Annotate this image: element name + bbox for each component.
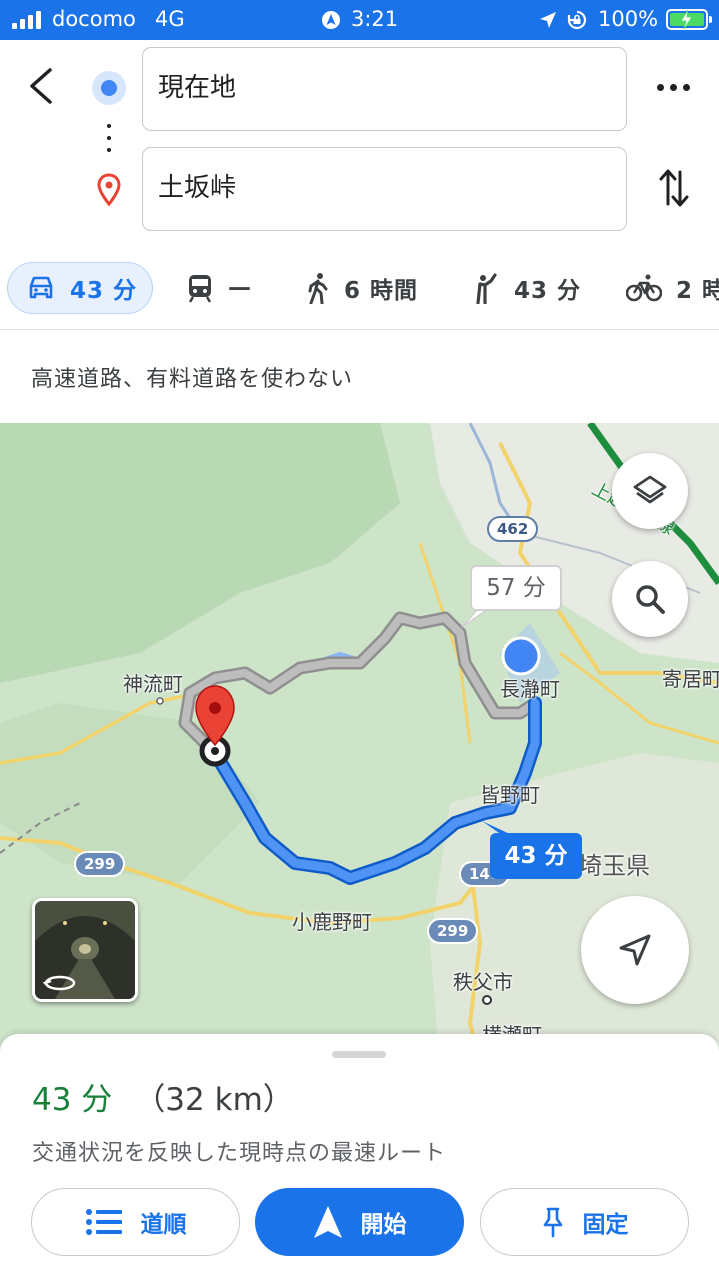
car-icon — [29, 276, 53, 299]
layers-icon — [633, 475, 667, 504]
mode-driving[interactable]: 43 分 — [7, 262, 153, 314]
network-type: 4G — [155, 7, 185, 31]
navigation-status-icon — [322, 11, 340, 29]
swap-icon[interactable] — [657, 166, 691, 210]
start-button-label: 開始 — [360, 1212, 407, 1238]
mode-driving-label: 43 分 — [70, 278, 138, 304]
back-arrow-icon[interactable] — [22, 64, 62, 108]
route-distance: （32 km） — [134, 1082, 294, 1118]
route-summary: 43 分 （32 km） — [32, 1074, 294, 1119]
sheet-drag-handle[interactable] — [332, 1051, 386, 1058]
bicycle-icon — [626, 274, 662, 302]
mode-walking[interactable]: 6 時間 — [306, 262, 418, 314]
steps-button[interactable]: 道順 — [31, 1188, 240, 1256]
mode-ride[interactable]: 43 分 — [470, 262, 581, 314]
map-label-minano: 皆野町 — [480, 783, 540, 807]
pin-button[interactable]: 固定 — [480, 1188, 689, 1256]
recenter-button[interactable] — [581, 896, 689, 1004]
battery-icon — [666, 9, 712, 30]
alt-route-time-callout[interactable]: 57 分 — [470, 565, 562, 611]
mode-walking-label: 6 時間 — [344, 278, 419, 304]
search-icon — [636, 585, 665, 614]
route-description: 交通状況を反映した現時点の最速ルート — [32, 1141, 447, 1166]
signal-icon — [12, 11, 42, 29]
transit-icon — [188, 275, 212, 303]
mode-bicycle-label: 2 時 — [676, 278, 719, 304]
mode-bicycle[interactable]: 2 時 — [626, 262, 719, 314]
connector-dots-icon — [107, 124, 111, 154]
mode-ride-label: 43 分 — [514, 278, 582, 304]
street-view-thumbnail[interactable] — [32, 898, 138, 1002]
battery-percent: 100% — [598, 7, 659, 31]
navigation-icon — [313, 1206, 342, 1238]
main-route-time-callout[interactable]: 43 分 — [490, 833, 582, 879]
map-label-kanna: 神流町 — [123, 672, 183, 696]
location-arrow-icon — [540, 12, 556, 28]
rotation-lock-icon — [567, 10, 587, 30]
destination-pin-icon — [97, 173, 121, 207]
route-options[interactable]: 高速道路、有料道路を使わない — [0, 331, 719, 423]
road-shield-299-east: 299 — [427, 918, 479, 944]
directions-header: 現在地 土坂峠 — [0, 40, 719, 250]
start-button[interactable]: 開始 — [255, 1188, 464, 1256]
carrier: docomo — [52, 7, 136, 31]
route-duration: 43 分 — [32, 1082, 113, 1118]
map-label-saitama: 埼玉県 — [578, 852, 650, 880]
list-icon — [85, 1209, 122, 1235]
clock: 3:21 — [351, 7, 399, 31]
route-summary-sheet: 43 分 （32 km） 交通状況を反映した現時点の最速ルート 道順 開始 固定 — [0, 1034, 719, 1280]
origin-dot-icon — [92, 71, 126, 105]
pin-icon — [543, 1207, 562, 1238]
map-search-button[interactable] — [612, 561, 688, 637]
rotate-360-icon — [43, 975, 76, 991]
route-options-label: 高速道路、有料道路を使わない — [31, 367, 354, 392]
road-shield-462: 462 — [487, 516, 539, 542]
navigation-arrow-icon — [619, 934, 651, 966]
map-label-yorii: 寄居町 — [662, 667, 719, 691]
steps-button-label: 道順 — [140, 1212, 187, 1238]
map-view[interactable]: 神流町 長瀞町 皆野町 寄居町 埼玉県 小鹿野町 秩父市 横瀬町 上越新幹線 4… — [0, 423, 719, 1063]
pin-button-label: 固定 — [582, 1212, 629, 1238]
status-bar: docomo 4G 3:21 100% — [0, 0, 719, 40]
ride-icon — [476, 273, 497, 304]
road-shield-299-west: 299 — [74, 851, 126, 877]
map-label-ogano: 小鹿野町 — [292, 910, 372, 934]
origin-field[interactable]: 現在地 — [142, 47, 627, 131]
travel-mode-bar: 43 分 — 6 時間 43 分 2 時 — [0, 250, 719, 330]
mode-transit[interactable]: — — [186, 262, 252, 314]
destination-field[interactable]: 土坂峠 — [142, 147, 627, 231]
more-options-icon[interactable] — [655, 80, 691, 96]
mode-transit-label: — — [228, 275, 252, 301]
walk-icon — [308, 273, 328, 304]
layers-button[interactable] — [612, 453, 688, 529]
map-label-nagatoro: 長瀞町 — [500, 677, 560, 701]
map-label-chichibu: 秩父市 — [453, 970, 513, 994]
